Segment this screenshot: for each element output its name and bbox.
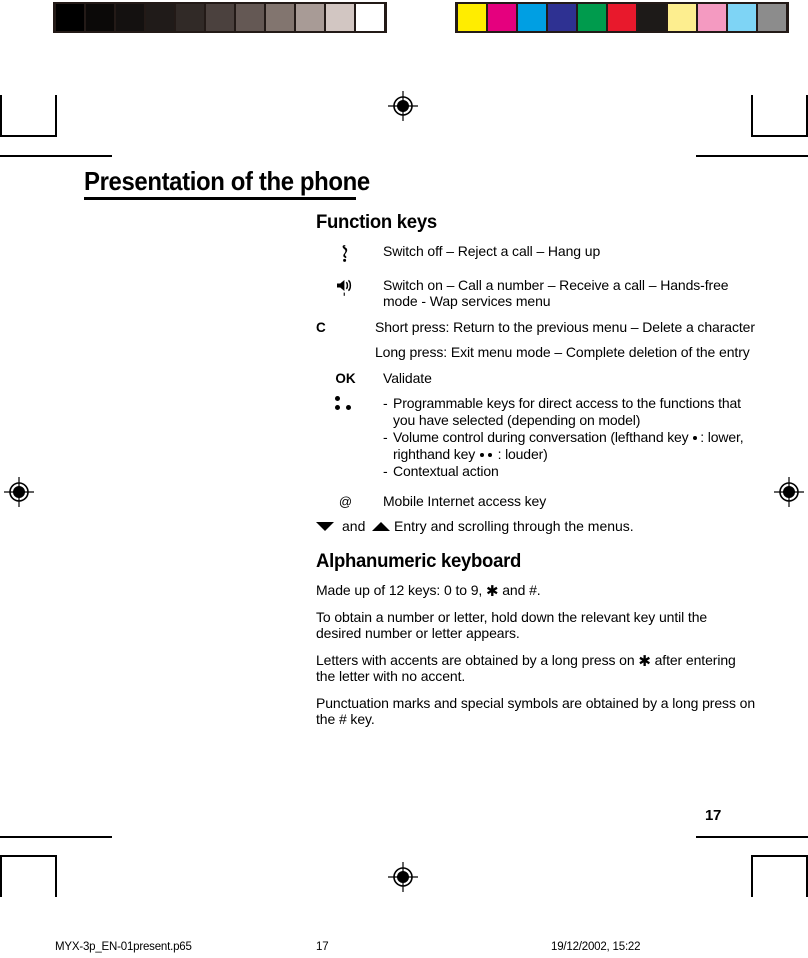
crop-mark-bottom-left-outer-v	[0, 855, 2, 897]
crop-mark-top-left-horizontal	[0, 135, 57, 137]
crop-mark-bottom-left-outer-h	[0, 836, 112, 838]
speaker-icon	[316, 277, 383, 301]
arrow-down-icon	[316, 521, 334, 531]
arrow-and-label: and	[342, 518, 366, 534]
crop-mark-top-left-vertical	[55, 95, 57, 137]
ok-key-label: OK	[335, 370, 356, 386]
grey-swatch-9	[326, 4, 354, 31]
color-swatch-8	[698, 4, 726, 31]
crop-mark-top-right-horizontal	[751, 135, 808, 137]
grey-swatch-1	[86, 4, 114, 31]
double-dot-icon	[479, 451, 494, 459]
crop-mark-top-left-outer-h	[0, 155, 112, 157]
at-key-label: @	[338, 493, 353, 509]
bullet-list: - Programmable keys for direct access to…	[383, 395, 756, 480]
c-key-continuation-spacer	[316, 344, 375, 345]
content-column: Function keys Switch off – Reject a call…	[316, 211, 756, 738]
color-swatch-3	[548, 4, 576, 31]
section-heading-function-keys: Function keys	[316, 211, 437, 233]
alphanumeric-paragraph-hold: To obtain a number or letter, hold down …	[316, 608, 708, 642]
footer-timestamp: 19/12/2002, 15:22	[551, 941, 641, 953]
crop-mark-bottom-right-horizontal	[751, 855, 808, 857]
bullet-dash: -	[383, 429, 388, 445]
greyscale-calibration-bar	[53, 2, 387, 33]
footer: MYX-3p_EN-01present.p65 17 19/12/2002, 1…	[0, 941, 808, 958]
crop-mark-top-left-outer-v	[0, 95, 2, 137]
page-number: 17	[705, 807, 722, 824]
function-key-row-programmable: - Programmable keys for direct access to…	[316, 395, 756, 481]
crop-mark-bottom-left-horizontal	[0, 855, 57, 857]
color-swatch-9	[728, 4, 756, 31]
registration-mark-left	[4, 477, 34, 507]
function-key-desc-at: Mobile Internet access key	[383, 492, 547, 509]
color-swatch-4	[578, 4, 606, 31]
bullet-dash: -	[383, 395, 388, 411]
alphanumeric-paragraph-keys: Made up of 12 keys: 0 to 9, ✱ and #.	[316, 582, 541, 600]
grey-swatch-4	[176, 4, 204, 31]
function-key-row-c-long: Long press: Exit menu mode – Complete de…	[316, 344, 756, 361]
grey-swatch-10	[356, 4, 384, 31]
crop-mark-bottom-right-outer-h	[696, 836, 808, 838]
color-swatch-7	[668, 4, 696, 31]
grey-swatch-7	[266, 4, 294, 31]
registration-mark-bottom	[388, 862, 418, 892]
c-key-label: C	[316, 319, 326, 335]
alphanumeric-paragraph-accents: Letters with accents are obtained by a l…	[316, 651, 736, 685]
function-key-desc-hangup: Switch off – Reject a call – Hang up	[383, 243, 601, 259]
crop-mark-bottom-left-vertical	[55, 855, 57, 897]
bullet-text: Volume control during conversation (left…	[393, 429, 756, 462]
alphanumeric-paragraph-punctuation: Punctuation marks and special symbols ar…	[316, 694, 756, 728]
hangup-phone-icon	[316, 243, 383, 268]
paragraph-part: Letters with accents are obtained by a l…	[316, 651, 639, 668]
grey-swatch-8	[296, 4, 324, 31]
grey-swatch-2	[116, 4, 144, 31]
crop-mark-top-right-vertical	[751, 95, 753, 137]
registration-mark-top	[388, 91, 418, 121]
paragraph-part: and #.	[498, 582, 541, 598]
crop-mark-bottom-right-vertical	[751, 855, 753, 897]
page-title: Presentation of the phone	[84, 166, 370, 196]
function-key-desc-c-long: Long press: Exit menu mode – Complete de…	[375, 344, 750, 360]
paragraph-part: Made up of 12 keys: 0 to 9,	[316, 582, 486, 598]
function-key-row-at: @ Mobile Internet access key	[316, 493, 756, 510]
page-title-underline	[84, 197, 356, 200]
function-key-row-hangup: Switch off – Reject a call – Hang up	[316, 243, 756, 268]
list-item: - Contextual action	[383, 463, 756, 480]
arrow-keys-group: and	[316, 518, 391, 534]
list-item: - Programmable keys for direct access to…	[383, 395, 756, 428]
list-item: - Volume control during conversation (le…	[383, 429, 756, 462]
registration-mark-right	[774, 477, 804, 507]
function-key-desc-c-short: Short press: Return to the previous menu…	[375, 318, 755, 335]
crop-mark-top-right-outer-h	[696, 155, 808, 157]
color-swatch-2	[518, 4, 546, 31]
bullet-text-part: : louder)	[493, 445, 548, 462]
footer-filename: MYX-3p_EN-01present.p65	[55, 941, 192, 953]
bullet-dash: -	[383, 463, 388, 479]
color-swatch-0	[458, 4, 486, 31]
three-dots-soft-keys-icon	[316, 395, 383, 418]
function-key-desc-arrows: Entry and scrolling through the menus.	[394, 518, 634, 534]
function-key-desc-ok: Validate	[383, 369, 432, 386]
grey-swatch-3	[146, 4, 174, 31]
bullet-text: Contextual action	[393, 463, 499, 479]
single-dot-icon	[692, 434, 700, 442]
programmable-keys-bullets: - Programmable keys for direct access to…	[383, 395, 756, 481]
function-key-desc-speaker: Switch on – Call a number – Receive a ca…	[383, 276, 729, 310]
color-calibration-bar	[455, 2, 789, 33]
function-key-row-arrows: and Entry and scrolling through the menu…	[316, 518, 756, 534]
footer-page: 17	[316, 941, 329, 953]
grey-swatch-6	[236, 4, 264, 31]
section-heading-alphanumeric-keyboard: Alphanumeric keyboard	[316, 550, 522, 572]
bullet-text-part: Volume control during conversation (left…	[393, 429, 693, 445]
function-key-row-ok: OK Validate	[316, 370, 756, 387]
bullet-text: Programmable keys for direct access to t…	[393, 395, 741, 428]
color-swatch-1	[488, 4, 516, 31]
function-key-row-c: C Short press: Return to the previous me…	[316, 319, 756, 336]
color-swatch-6	[638, 4, 666, 31]
grey-swatch-0	[56, 4, 84, 31]
grey-swatch-5	[206, 4, 234, 31]
color-swatch-5	[608, 4, 636, 31]
function-key-row-speaker: Switch on – Call a number – Receive a ca…	[316, 277, 756, 310]
color-swatch-10	[758, 4, 786, 31]
